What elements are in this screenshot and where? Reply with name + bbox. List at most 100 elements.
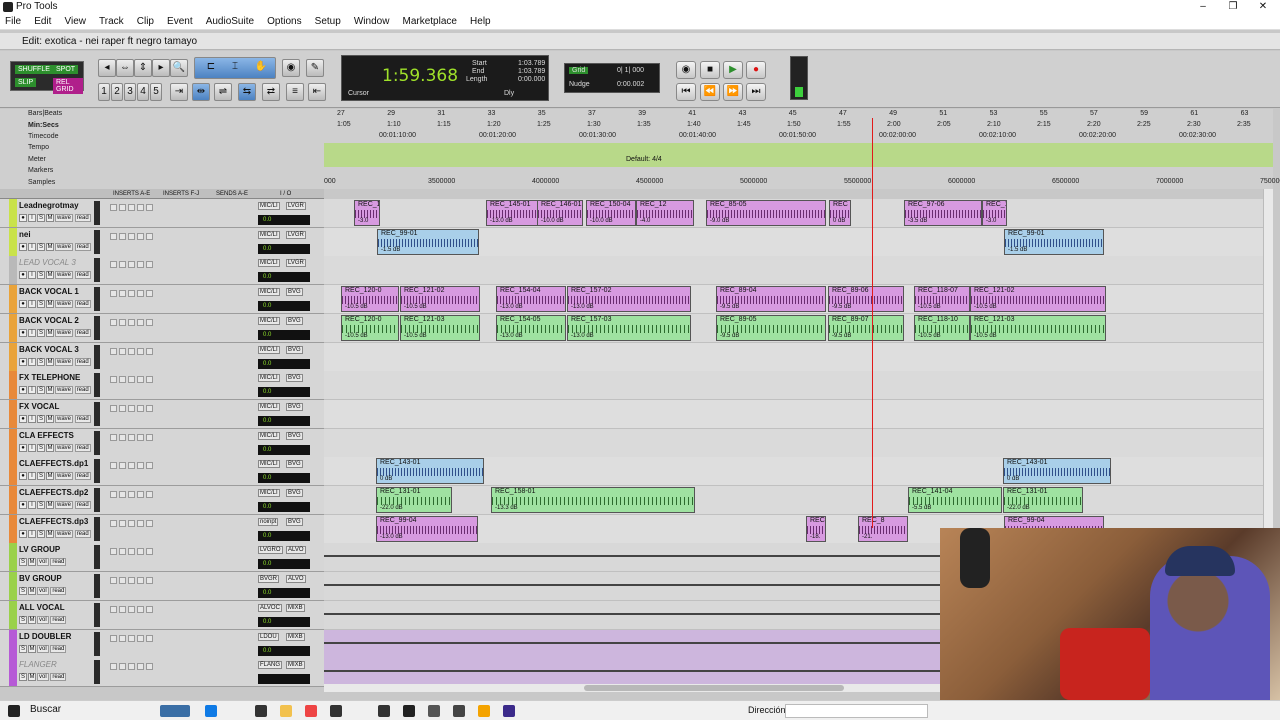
insert-slot[interactable] [137,663,144,671]
track-view-selector[interactable]: wave [55,300,74,309]
input-monitor-button[interactable]: I [28,501,36,509]
zoom-horizontal-icon[interactable]: ⇔ [116,59,134,77]
output-selector[interactable]: BVG [286,374,303,383]
track-lane[interactable] [324,428,1263,458]
audio-clip[interactable]: REC_121-02 -10.5 dB [970,286,1106,313]
insert-slot[interactable] [137,204,144,211]
insert-slot[interactable] [146,232,153,240]
track-color-bar[interactable] [9,428,17,457]
audio-clip[interactable]: REC_1 -3.0 [982,200,1007,226]
grid-value[interactable]: 0| 1| 000 [617,67,644,74]
input-selector[interactable]: MIC/LI [258,402,280,411]
insert-slot[interactable] [128,261,135,269]
audio-clip[interactable]: REC_143-01 0 dB [376,458,484,485]
menu-help[interactable]: Help [465,14,496,29]
mute-button[interactable]: M [28,587,36,596]
edit-mode-selector[interactable]: SHUFFLE SPOT SLIP REL GRID [10,61,84,94]
insert-slot[interactable] [137,548,144,556]
audio-clip[interactable]: REC_99-01 -1.5 dB [377,228,479,255]
automation-mode-selector[interactable]: read [74,300,91,309]
track-name[interactable]: CLAEFFECTS.dp1 [19,459,89,470]
volume-readout[interactable]: 0.0 [258,588,310,599]
insert-slots[interactable] [110,518,210,540]
clip-gain[interactable]: -9.0 dB [710,218,729,224]
track-header[interactable]: LV GROUP S Mvol read LVGRO ALVO 0.0 [0,543,324,573]
volume-readout[interactable]: 0.0 [258,502,310,512]
input-selector[interactable]: MIC/LI [258,202,280,210]
track-header[interactable]: nei ● I S Mwave read MIC/LI LVGR 0.0 [0,227,324,257]
track-name[interactable]: CLA EFFECTS [19,431,89,442]
track-lane[interactable] [324,342,1263,372]
clip-gain[interactable]: -9.5 dB [832,333,851,339]
track-view-selector[interactable]: wave [55,271,74,280]
clip-gain[interactable]: -10.5 dB [974,304,997,310]
clip-gain[interactable]: -13.0 dB [500,304,523,310]
track-color-bar[interactable] [9,256,17,285]
input-selector[interactable]: noinpt [258,517,279,526]
terminal-icon[interactable] [255,705,267,717]
meter-ruler[interactable]: Default: 4/4 [324,155,1273,167]
selector-tool-icon[interactable]: ⌶ [226,59,244,77]
online-icon[interactable]: ◉ [676,61,696,79]
input-selector[interactable]: MIC/LI [258,259,280,268]
track-name[interactable]: LV GROUP [19,545,89,556]
insert-slot[interactable] [110,519,117,527]
mute-button[interactable]: M [46,529,54,538]
track-color-bar[interactable] [9,600,17,629]
clip-gain[interactable]: -13.0 dB [571,304,594,310]
input-monitor-button[interactable]: I [28,443,36,452]
clip-gain[interactable]: -1.5 dB [381,247,400,253]
automation-mode-selector[interactable]: read [50,644,67,653]
insert-slot[interactable] [128,347,135,355]
mirror-midi-icon[interactable]: ⇄ [262,83,280,101]
track-color-bar[interactable] [9,629,17,658]
insert-slot[interactable] [137,519,144,527]
input-selector[interactable]: MIC/LI [258,345,280,354]
insert-slot[interactable] [119,519,126,527]
insert-slot[interactable] [119,318,126,326]
insert-slot[interactable] [146,462,153,470]
play-icon[interactable]: ▶ [723,61,743,79]
link-timeline-icon[interactable]: ⇹ [192,83,210,101]
samples-ruler[interactable]: 000 3500000 4000000 4500000 5000000 5500000 60… [324,178,1280,188]
volume-automation-line[interactable] [324,612,944,615]
insert-slots[interactable] [110,432,210,454]
automation-mode-selector[interactable]: read [74,357,91,366]
volume-readout[interactable]: 0.0 [258,358,310,369]
output-selector[interactable]: BVG [286,402,303,411]
input-selector[interactable]: MIC/LI [258,288,280,297]
volume-automation-line[interactable] [324,641,944,644]
insert-slot[interactable] [128,404,135,412]
insert-slot[interactable] [119,347,126,355]
record-enable-button[interactable]: ● [19,328,27,337]
app-icon-2[interactable] [453,705,465,717]
output-selector[interactable]: BVG [286,489,303,497]
meter-text[interactable]: Default: 4/4 [626,156,662,163]
insert-slot[interactable] [146,663,153,671]
track-view-selector[interactable]: wave [55,328,74,337]
insert-slot[interactable] [146,290,153,298]
volume-automation-line[interactable] [324,670,944,673]
zoom-preset-2[interactable]: 2 [111,83,123,101]
solo-button[interactable]: S [37,271,45,280]
clip-gain[interactable]: -10.5 dB [345,333,368,339]
mute-button[interactable]: M [46,214,54,222]
output-selector[interactable]: LVGR [286,202,306,210]
insert-slot[interactable] [110,548,117,556]
input-monitor-button[interactable]: I [28,529,36,538]
solo-button[interactable]: S [19,587,27,596]
audio-clip[interactable]: REC_118-10 -10.5 dB [914,314,970,341]
ruler-label-timecode[interactable]: Timecode [28,133,58,140]
record-enable-button[interactable]: ● [19,300,27,309]
insert-slot[interactable] [119,290,126,298]
input-monitor-button[interactable]: I [28,414,36,423]
input-monitor-button[interactable]: I [28,214,36,222]
insert-slot[interactable] [119,433,126,441]
menu-clip[interactable]: Clip [132,14,159,29]
insert-slot[interactable] [128,491,135,498]
automation-mode-selector[interactable]: read [74,328,91,337]
insert-slot[interactable] [137,404,144,412]
audio-clip[interactable]: REC_8 -21. [858,515,908,542]
automation-mode-selector[interactable]: read [74,443,91,452]
record-enable-button[interactable]: ● [19,271,27,280]
